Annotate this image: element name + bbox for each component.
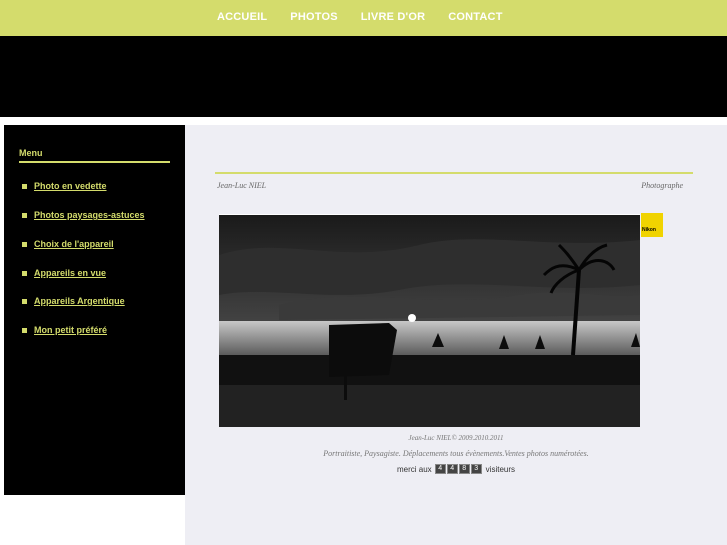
- sidebar-item-label[interactable]: Photos paysages-astuces: [34, 210, 145, 220]
- main-content: Jean-Luc NIEL Photographe Nikon Jean-Luc…: [185, 125, 727, 545]
- sidebar-item-label[interactable]: Choix de l'appareil: [34, 239, 114, 249]
- sidebar-item-label[interactable]: Appareils Argentique: [34, 296, 125, 306]
- bullet-icon: [22, 183, 27, 189]
- bullet-icon: [22, 270, 27, 276]
- bullet-icon: [22, 327, 27, 333]
- sidebar-item-label[interactable]: Mon petit préféré: [34, 325, 107, 335]
- sidebar-title: Menu: [19, 148, 43, 158]
- author-name: Jean-Luc NIEL: [217, 181, 267, 190]
- counter-digit: 3: [470, 464, 482, 474]
- sidebar-divider: [19, 161, 170, 163]
- sidebar-item-appareils-argentique[interactable]: Appareils Argentique: [22, 296, 125, 306]
- visitor-counter: 4 4 8 3: [434, 464, 483, 474]
- sidebar: Menu Photo en vedette Photos paysages-as…: [4, 125, 185, 495]
- sidebar-item-appareils-en-vue[interactable]: Appareils en vue: [22, 268, 106, 278]
- beach-sunset-photo: [219, 215, 640, 427]
- banner-divider: [0, 117, 727, 125]
- author-role: Photographe: [641, 181, 683, 190]
- sidebar-item-photos-paysages[interactable]: Photos paysages-astuces: [22, 210, 145, 220]
- nav-item-livre-dor[interactable]: LIVRE D'OR: [361, 11, 426, 23]
- nav-item-accueil[interactable]: ACCUEIL: [217, 11, 267, 23]
- camera-brand-badge: Nikon: [641, 213, 663, 237]
- top-navigation: ACCUEIL PHOTOS LIVRE D'OR CONTACT: [0, 0, 727, 36]
- sidebar-item-photo-en-vedette[interactable]: Photo en vedette: [22, 181, 107, 191]
- visitor-counter-line: merci aux 4 4 8 3 visiteurs: [185, 464, 727, 474]
- sidebar-item-label[interactable]: Appareils en vue: [34, 268, 106, 278]
- counter-digit: 4: [446, 464, 458, 474]
- top-nav-list: ACCUEIL PHOTOS LIVRE D'OR CONTACT: [217, 11, 526, 23]
- counter-prefix: merci aux: [396, 464, 432, 474]
- counter-digit: 8: [458, 464, 470, 474]
- bullet-icon: [22, 241, 27, 247]
- bullet-icon: [22, 212, 27, 218]
- counter-digit: 4: [434, 464, 446, 474]
- sidebar-item-mon-petit-prefere[interactable]: Mon petit préféré: [22, 325, 107, 335]
- nav-item-photos[interactable]: PHOTOS: [290, 11, 337, 23]
- header-banner: [0, 36, 727, 117]
- nav-item-contact[interactable]: CONTACT: [448, 11, 502, 23]
- counter-suffix: visiteurs: [485, 464, 516, 474]
- brand-badge-label: Nikon: [642, 227, 656, 233]
- bullet-icon: [22, 298, 27, 304]
- featured-photo: [219, 214, 640, 427]
- content-divider: [215, 172, 693, 174]
- sidebar-item-choix-appareil[interactable]: Choix de l'appareil: [22, 239, 114, 249]
- sidebar-item-label[interactable]: Photo en vedette: [34, 181, 107, 191]
- tagline-text: Portraitiste, Paysagiste. Déplacements t…: [323, 449, 589, 458]
- copyright-text: Jean-Luc NIEL© 2009.2010.2011: [408, 434, 504, 442]
